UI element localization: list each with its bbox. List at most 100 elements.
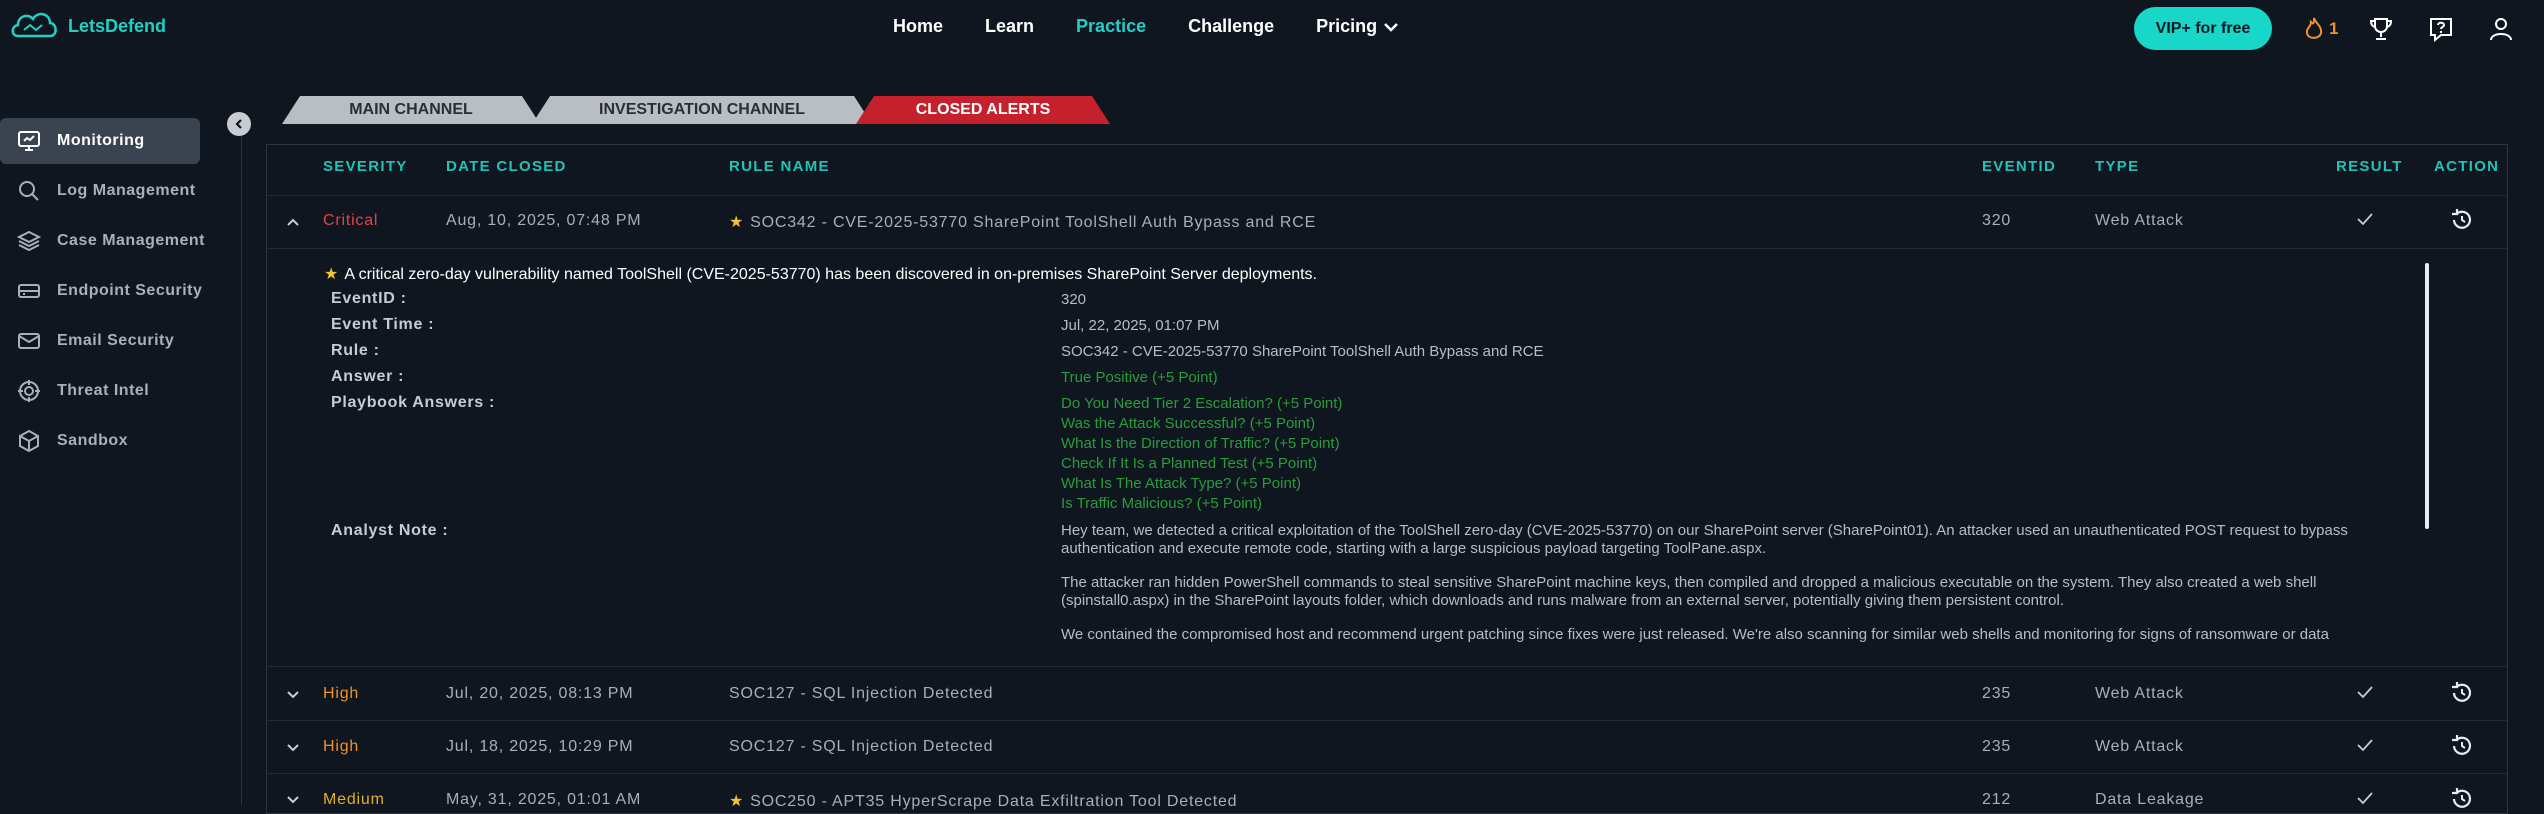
help-button[interactable] <box>2424 12 2458 46</box>
rule-label: Rule : <box>331 342 380 359</box>
nav-pricing-label: Pricing <box>1316 16 1378 36</box>
sidebar-item-sandbox[interactable]: Sandbox <box>0 418 222 464</box>
severity-badge: High <box>323 738 360 755</box>
streak-badge[interactable]: 1 <box>2302 16 2338 42</box>
sidebar-item-monitoring[interactable]: Monitoring <box>0 118 200 164</box>
rule-name[interactable]: SOC127 - SQL Injection Detected <box>729 685 993 703</box>
sidebar-item-log-management[interactable]: Log Management <box>0 168 222 214</box>
event-time-label: Event Time : <box>331 316 435 333</box>
sidebar-item-case-management[interactable]: Case Management <box>0 218 222 264</box>
alert-description: ★ A critical zero-day vulnerability named… <box>324 264 1317 284</box>
column-header-type[interactable]: TYPE <box>2095 158 2139 175</box>
chevron-left-icon <box>235 119 242 129</box>
restore-icon[interactable] <box>2448 206 2476 234</box>
date-closed: Jul, 20, 2025, 08:13 PM <box>446 685 634 702</box>
chevron-down-icon[interactable] <box>284 739 302 757</box>
tab-investigation-channel[interactable]: INVESTIGATION CHANNEL <box>532 96 872 124</box>
column-header-date-closed[interactable]: DATE CLOSED <box>446 158 567 175</box>
tab-label: INVESTIGATION CHANNEL <box>599 101 805 118</box>
star-icon: ★ <box>324 266 339 283</box>
analyst-note-paragraph: Hey team, we detected a critical exploit… <box>1061 522 2348 557</box>
nav-learn[interactable]: Learn <box>985 16 1034 37</box>
playbook-answer: Was the Attack Successful? (+5 Point) <box>1061 415 1316 432</box>
user-tools: 1 <box>2302 12 2518 46</box>
event-id: 320 <box>1982 212 2012 229</box>
severity-badge: High <box>323 685 360 702</box>
chevron-down-icon <box>1384 22 1399 32</box>
event-time-value: Jul, 22, 2025, 01:07 PM <box>1061 317 1220 334</box>
header-divider <box>267 195 2507 196</box>
user-icon <box>2490 18 2513 41</box>
check-icon <box>2357 739 2373 752</box>
column-header-action[interactable]: ACTION <box>2434 158 2499 175</box>
event-id: 212 <box>1982 791 2012 808</box>
nav-home[interactable]: Home <box>893 16 943 37</box>
answer-value: True Positive (+5 Point) <box>1061 369 1218 386</box>
sidebar: Monitoring Log Management Case Managemen… <box>0 118 222 468</box>
sidebar-item-label: Threat Intel <box>57 382 150 399</box>
sidebar-divider <box>241 136 242 805</box>
layers-icon <box>17 230 41 252</box>
sidebar-item-label: Endpoint Security <box>57 282 203 299</box>
restore-icon[interactable] <box>2448 679 2476 707</box>
tab-closed-alerts[interactable]: CLOSED ALERTS <box>856 96 1110 124</box>
playbook-answer: Do You Need Tier 2 Escalation? (+5 Point… <box>1061 395 1343 412</box>
row-divider <box>267 666 2507 667</box>
rule-name[interactable]: SOC127 - SQL Injection Detected <box>729 738 993 756</box>
streak-count: 1 <box>2329 19 2339 38</box>
answer-label: Answer : <box>331 368 405 385</box>
alert-type: Web Attack <box>2095 212 2184 229</box>
profile-button[interactable] <box>2484 12 2518 46</box>
analyst-note-paragraph: We contained the compromised host and re… <box>1061 626 2329 643</box>
rule-name[interactable]: ★ SOC250 - APT35 HyperScrape Data Exfiltr… <box>729 791 1237 811</box>
sidebar-collapse-button[interactable] <box>227 112 251 136</box>
cube-icon <box>19 429 39 453</box>
star-icon: ★ <box>729 793 745 810</box>
chevron-up-icon[interactable] <box>284 213 302 231</box>
vip-button[interactable]: VIP+ for free <box>2134 7 2272 50</box>
sidebar-item-threat-intel[interactable]: Threat Intel <box>0 368 222 414</box>
rule-value: SOC342 - CVE-2025-53770 SharePoint ToolS… <box>1061 343 1544 360</box>
target-icon <box>18 380 40 402</box>
chevron-down-icon[interactable] <box>284 791 302 809</box>
restore-icon[interactable] <box>2448 785 2476 813</box>
sidebar-item-email-security[interactable]: Email Security <box>0 318 222 364</box>
severity-badge: Critical <box>323 212 379 229</box>
check-icon <box>2357 686 2373 699</box>
date-closed: Jul, 18, 2025, 10:29 PM <box>446 738 634 755</box>
playbook-answer: Is Traffic Malicious? (+5 Point) <box>1061 495 1263 512</box>
column-header-severity[interactable]: SEVERITY <box>323 158 408 175</box>
brand-logo[interactable]: LetsDefend <box>8 6 166 46</box>
severity-badge: Medium <box>323 791 385 808</box>
top-navigation-bar: LetsDefend Home Learn Practice Challenge… <box>0 0 2544 58</box>
column-header-eventid[interactable]: EVENTID <box>1982 158 2056 175</box>
column-header-result[interactable]: RESULT <box>2336 158 2403 175</box>
nav-pricing[interactable]: Pricing <box>1316 16 1399 37</box>
alert-description-text: A critical zero-day vulnerability named … <box>344 266 1317 283</box>
restore-icon[interactable] <box>2448 732 2476 760</box>
rule-name-text: SOC250 - APT35 HyperScrape Data Exfiltra… <box>750 793 1238 810</box>
tab-main-channel[interactable]: MAIN CHANNEL <box>282 96 540 124</box>
check-icon <box>2357 792 2373 805</box>
detail-scrollbar[interactable] <box>2425 263 2429 529</box>
event-id: 235 <box>1982 685 2012 702</box>
playbook-answer: What Is the Direction of Traffic? (+5 Po… <box>1061 435 1340 452</box>
sidebar-item-label: Monitoring <box>57 132 145 149</box>
alert-type: Data Leakage <box>2095 791 2205 808</box>
chevron-down-icon[interactable] <box>284 686 302 704</box>
nav-practice[interactable]: Practice <box>1076 16 1146 37</box>
playbook-label: Playbook Answers : <box>331 394 496 411</box>
alert-type: Web Attack <box>2095 738 2184 755</box>
row-divider <box>267 248 2507 249</box>
nav-challenge[interactable]: Challenge <box>1188 16 1274 37</box>
mail-icon <box>18 333 40 349</box>
rule-name-text: SOC342 - CVE-2025-53770 SharePoint ToolS… <box>750 214 1317 231</box>
trophy-icon <box>2370 18 2393 40</box>
rule-name[interactable]: ★ SOC342 - CVE-2025-53770 SharePoint Tool… <box>729 212 1316 232</box>
sidebar-item-endpoint-security[interactable]: Endpoint Security <box>0 268 222 314</box>
column-header-rule-name[interactable]: RULE NAME <box>729 158 830 175</box>
trophy-button[interactable] <box>2364 12 2398 46</box>
row-divider <box>267 720 2507 721</box>
sidebar-item-label: Case Management <box>57 232 205 249</box>
analyst-note-paragraph: The attacker ran hidden PowerShell comma… <box>1061 574 2317 609</box>
